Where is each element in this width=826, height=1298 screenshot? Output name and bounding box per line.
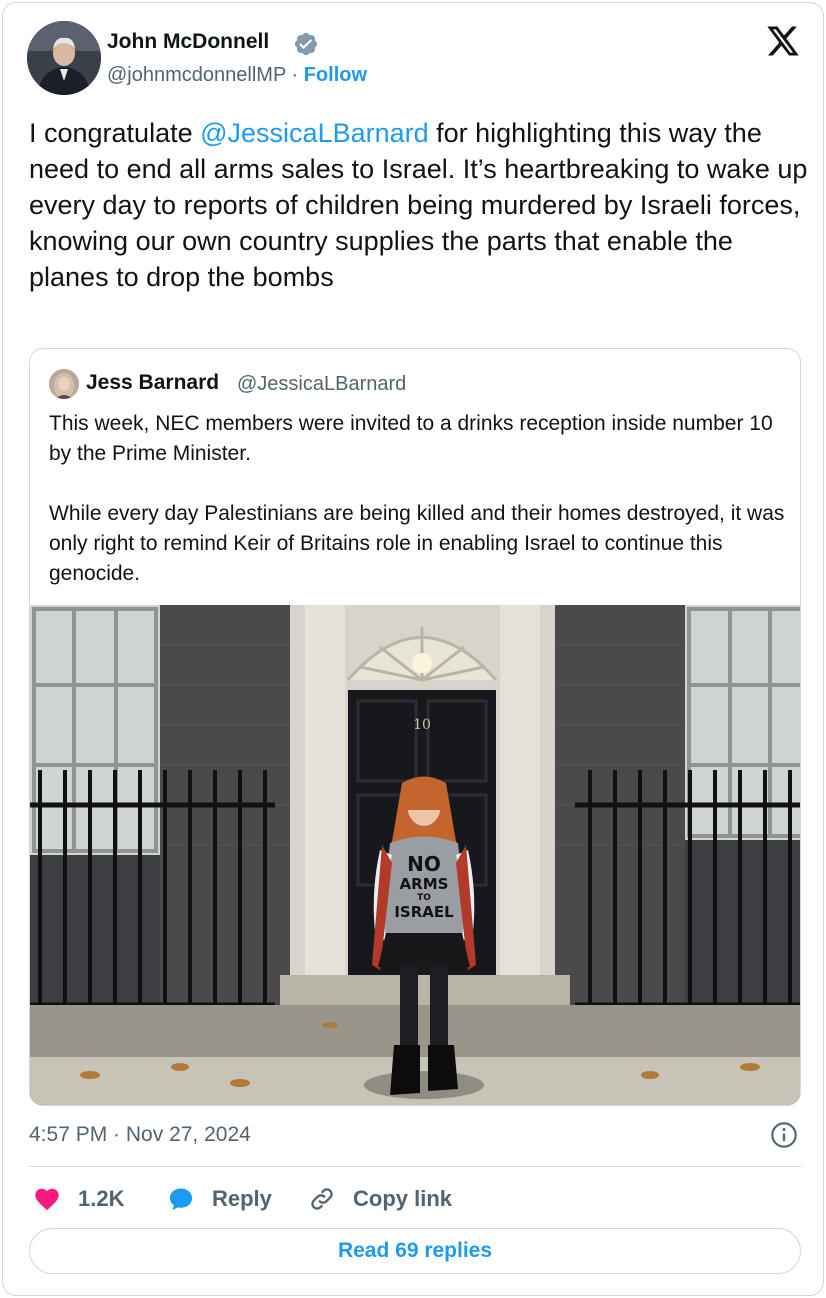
quote-paragraph: This week, NEC members were invited to a…: [49, 412, 773, 465]
door-number: 10: [413, 717, 431, 733]
meta-separator: ·: [107, 1123, 126, 1146]
mention-link[interactable]: @JessicaLBarnard: [200, 118, 429, 148]
quote-author-avatar[interactable]: [49, 369, 79, 399]
quote-author-name[interactable]: Jess Barnard: [86, 371, 219, 395]
tweet-timestamp[interactable]: 4:57 PM · Nov 27, 2024: [29, 1123, 251, 1147]
quote-photo[interactable]: 10 NO ARMS TO ISRAEL: [30, 605, 801, 1106]
shirt-text-israel: ISRAEL: [394, 903, 454, 921]
quote-author-handle[interactable]: @JessicaLBarnard: [237, 373, 406, 396]
x-logo-icon[interactable]: [765, 25, 801, 57]
copy-link-label: Copy link: [353, 1186, 453, 1211]
quote-paragraph: While every day Palestinians are being k…: [49, 502, 785, 585]
quote-text: This week, NEC members were invited to a…: [49, 409, 789, 589]
tweet-text-start: I congratulate: [29, 118, 201, 148]
link-icon: [311, 1188, 333, 1210]
author-handle[interactable]: @johnmcdonnellMP: [107, 64, 286, 86]
tweet-time: 4:57 PM: [29, 1123, 108, 1146]
verified-badge-icon: [294, 32, 318, 56]
shirt-text-no: NO: [407, 852, 441, 876]
read-replies-button[interactable]: Read 69 replies: [29, 1228, 801, 1274]
author-name[interactable]: John McDonnell: [107, 30, 269, 54]
author-handle-row: @johnmcdonnellMP · Follow: [107, 64, 367, 87]
copy-link-button[interactable]: Copy link: [308, 1181, 452, 1217]
tweet-card: John McDonnell @johnmcdonnellMP · Follow…: [2, 2, 824, 1296]
action-bar: 1.2K Reply Copy link: [3, 1181, 825, 1217]
divider: [29, 1166, 801, 1167]
shirt-text-to: TO: [417, 893, 431, 903]
like-count: 1.2K: [78, 1186, 125, 1211]
handle-separator: ·: [285, 64, 304, 86]
info-icon[interactable]: [770, 1121, 798, 1149]
heart-icon: [35, 1188, 59, 1211]
reply-bubble-icon: [169, 1188, 193, 1211]
tweet-text: I congratulate @JessicaLBarnard for high…: [29, 115, 809, 295]
tweet-date: Nov 27, 2024: [125, 1123, 251, 1146]
shirt-text-arms: ARMS: [400, 875, 449, 893]
author-avatar[interactable]: [27, 21, 101, 95]
quoted-tweet[interactable]: Jess Barnard @JessicaLBarnard This week,…: [29, 348, 801, 1106]
follow-button[interactable]: Follow: [304, 64, 367, 86]
like-button[interactable]: 1.2K: [33, 1181, 124, 1217]
reply-label: Reply: [212, 1186, 272, 1211]
reply-button[interactable]: Reply: [167, 1181, 272, 1217]
